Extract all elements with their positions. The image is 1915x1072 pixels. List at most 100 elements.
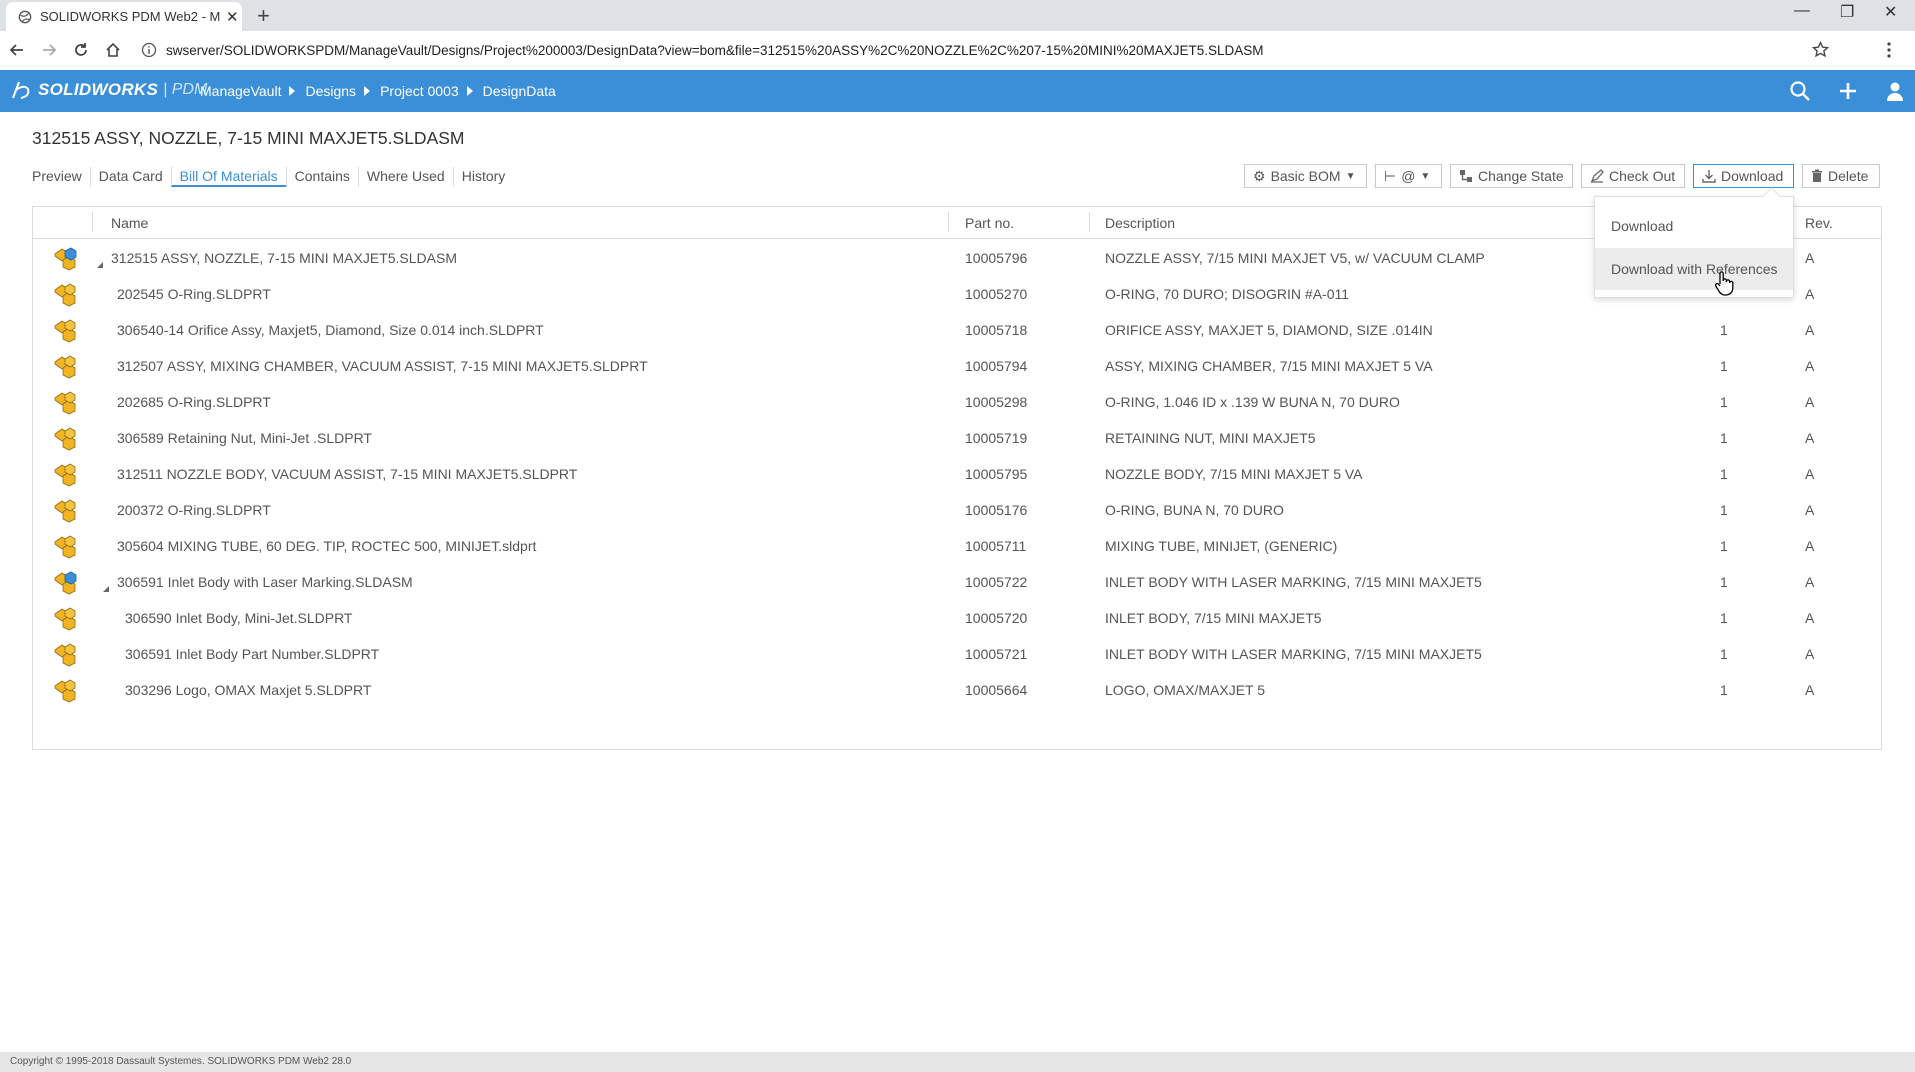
menu-item-download[interactable]: Download — [1595, 205, 1793, 247]
tab-bill-of-materials[interactable]: Bill Of Materials — [170, 167, 286, 187]
tab-data-card[interactable]: Data Card — [89, 167, 171, 187]
forward-button[interactable] — [38, 39, 60, 61]
column-header-name[interactable]: Name — [111, 215, 148, 231]
menu-item-download-with-references[interactable]: Download with References — [1595, 248, 1793, 290]
table-row[interactable]: 312511 NOZZLE BODY, VACUUM ASSIST, 7-15 … — [33, 456, 1881, 492]
bom-select-button[interactable]: ⚙ Basic BOM ▼ — [1244, 164, 1367, 188]
download-label: Download — [1721, 168, 1784, 184]
tab-contains[interactable]: Contains — [285, 167, 358, 187]
part-file-icon — [52, 461, 78, 487]
home-icon — [106, 42, 120, 57]
part-file-icon — [52, 317, 78, 343]
table-row[interactable]: 202685 O-Ring.SLDPRT 10005298 O-RING, 1.04… — [33, 384, 1881, 420]
caret-down-icon: ▼ — [1345, 170, 1356, 182]
row-name: 303296 Logo, OMAX Maxjet 5.SLDPRT — [125, 682, 372, 698]
version-flag-icon: ⊢ — [1384, 167, 1397, 184]
row-description: ORIFICE ASSY, MAXJET 5, DIAMOND, SIZE .0… — [1105, 322, 1433, 338]
row-quantity: 1 — [1720, 502, 1728, 518]
app-logo[interactable]: SOLIDWORKS | PDM — [10, 79, 207, 101]
row-part-no: 10005718 — [965, 322, 1028, 338]
info-icon[interactable] — [141, 42, 157, 58]
bookmark-star-icon[interactable] — [1812, 41, 1829, 58]
table-row[interactable]: 306591 Inlet Body Part Number.SLDPRT 1000… — [33, 636, 1881, 672]
breadcrumb-separator-icon — [289, 86, 296, 96]
back-arrow-icon — [9, 44, 23, 56]
breadcrumb-item[interactable]: ManageVault — [200, 83, 281, 99]
table-row[interactable]: 305604 MIXING TUBE, 60 DEG. TIP, ROCTEC … — [33, 528, 1881, 564]
row-quantity: 1 — [1720, 394, 1728, 410]
expand-caret-icon[interactable] — [103, 586, 109, 592]
expand-caret-icon[interactable] — [97, 262, 103, 268]
tab-history[interactable]: History — [452, 167, 514, 187]
row-quantity: 1 — [1720, 646, 1728, 662]
row-part-no: 10005664 — [965, 682, 1028, 698]
window-close-icon[interactable]: ✕ — [1884, 2, 1897, 22]
view-tabs: Preview Data Card Bill Of Materials Cont… — [32, 167, 513, 187]
table-row[interactable]: 306589 Retaining Nut, Mini-Jet .SLDPRT 10… — [33, 420, 1881, 456]
row-revision: A — [1805, 286, 1815, 302]
row-description: NOZZLE ASSY, 7/15 MINI MAXJET V5, w/ VAC… — [1105, 250, 1485, 266]
row-description: LOGO, OMAX/MAXJET 5 — [1105, 682, 1266, 698]
row-name: 200372 O-Ring.SLDPRT — [117, 502, 271, 518]
row-quantity: 1 — [1720, 574, 1728, 590]
breadcrumb-item[interactable]: Project 0003 — [380, 83, 459, 99]
check-out-icon — [1590, 169, 1604, 183]
forward-arrow-icon — [43, 44, 57, 56]
search-icon[interactable] — [1789, 80, 1811, 102]
restore-icon[interactable]: ❐ — [1840, 2, 1854, 22]
row-revision: A — [1805, 250, 1815, 266]
tab-preview[interactable]: Preview — [32, 167, 90, 187]
table-row[interactable]: 306591 Inlet Body with Laser Marking.SLD… — [33, 564, 1881, 600]
column-divider[interactable] — [948, 212, 949, 232]
add-icon[interactable] — [1837, 80, 1859, 102]
tab-where-used[interactable]: Where Used — [357, 167, 453, 187]
table-row[interactable]: 303296 Logo, OMAX Maxjet 5.SLDPRT 1000566… — [33, 672, 1881, 708]
download-button[interactable]: Download — [1693, 164, 1794, 188]
minimize-icon[interactable]: — — [1794, 2, 1810, 20]
home-button[interactable] — [102, 39, 124, 61]
browser-tab[interactable]: SOLIDWORKS PDM Web2 - Manage ✕ — [6, 2, 242, 31]
check-out-button[interactable]: Check Out — [1581, 164, 1685, 188]
row-revision: A — [1805, 646, 1815, 662]
browser-menu-icon[interactable] — [1886, 41, 1892, 59]
globe-icon — [18, 10, 32, 23]
workflow-icon — [1460, 170, 1472, 182]
version-select-button[interactable]: ⊢ @ ▼ — [1375, 164, 1442, 188]
new-tab-button[interactable]: + — [257, 3, 270, 29]
row-description: INLET BODY WITH LASER MARKING, 7/15 MINI… — [1105, 574, 1482, 590]
column-divider — [92, 212, 93, 232]
column-header-part-no[interactable]: Part no. — [965, 215, 1014, 231]
back-button[interactable] — [6, 39, 28, 61]
bom-select-label: Basic BOM — [1270, 168, 1341, 184]
row-part-no: 10005711 — [965, 538, 1027, 554]
table-row[interactable]: 306590 Inlet Body, Mini-Jet.SLDPRT 100057… — [33, 600, 1881, 636]
address-bar[interactable]: swserver/SOLIDWORKSPDM/ManageVault/Desig… — [141, 36, 1841, 64]
row-revision: A — [1805, 394, 1815, 410]
column-header-description[interactable]: Description — [1105, 215, 1175, 231]
breadcrumb-item[interactable]: DesignData — [483, 83, 556, 99]
row-description: INLET BODY, 7/15 MINI MAXJET5 — [1105, 610, 1322, 626]
reload-button[interactable] — [70, 39, 92, 61]
breadcrumb-separator-icon — [364, 86, 371, 96]
table-row[interactable]: 200372 O-Ring.SLDPRT 10005176 O-RING, BUNA… — [33, 492, 1881, 528]
column-divider[interactable] — [1089, 212, 1090, 232]
user-icon[interactable] — [1884, 80, 1906, 102]
column-header-rev[interactable]: Rev. — [1805, 215, 1833, 231]
row-quantity: 1 — [1720, 430, 1728, 446]
row-part-no: 10005796 — [965, 250, 1028, 266]
trash-icon — [1812, 169, 1822, 182]
part-file-icon — [52, 641, 78, 667]
delete-button[interactable]: Delete — [1802, 164, 1880, 188]
row-description: INLET BODY WITH LASER MARKING, 7/15 MINI… — [1105, 646, 1482, 662]
row-part-no: 10005719 — [965, 430, 1028, 446]
breadcrumb-item[interactable]: Designs — [305, 83, 356, 99]
table-row[interactable]: 306540-14 Orifice Assy, Maxjet5, Diamond… — [33, 312, 1881, 348]
row-name: 312515 ASSY, NOZZLE, 7-15 MINI MAXJET5.S… — [111, 250, 457, 266]
row-revision: A — [1805, 502, 1815, 518]
part-file-icon — [52, 533, 78, 559]
row-quantity: 1 — [1720, 538, 1728, 554]
table-row[interactable]: 312507 ASSY, MIXING CHAMBER, VACUUM ASSI… — [33, 348, 1881, 384]
page-footer: Copyright © 1995-2018 Dassault Systemes.… — [0, 1052, 1915, 1072]
change-state-button[interactable]: Change State — [1450, 164, 1573, 188]
close-tab-icon[interactable]: ✕ — [226, 8, 239, 26]
